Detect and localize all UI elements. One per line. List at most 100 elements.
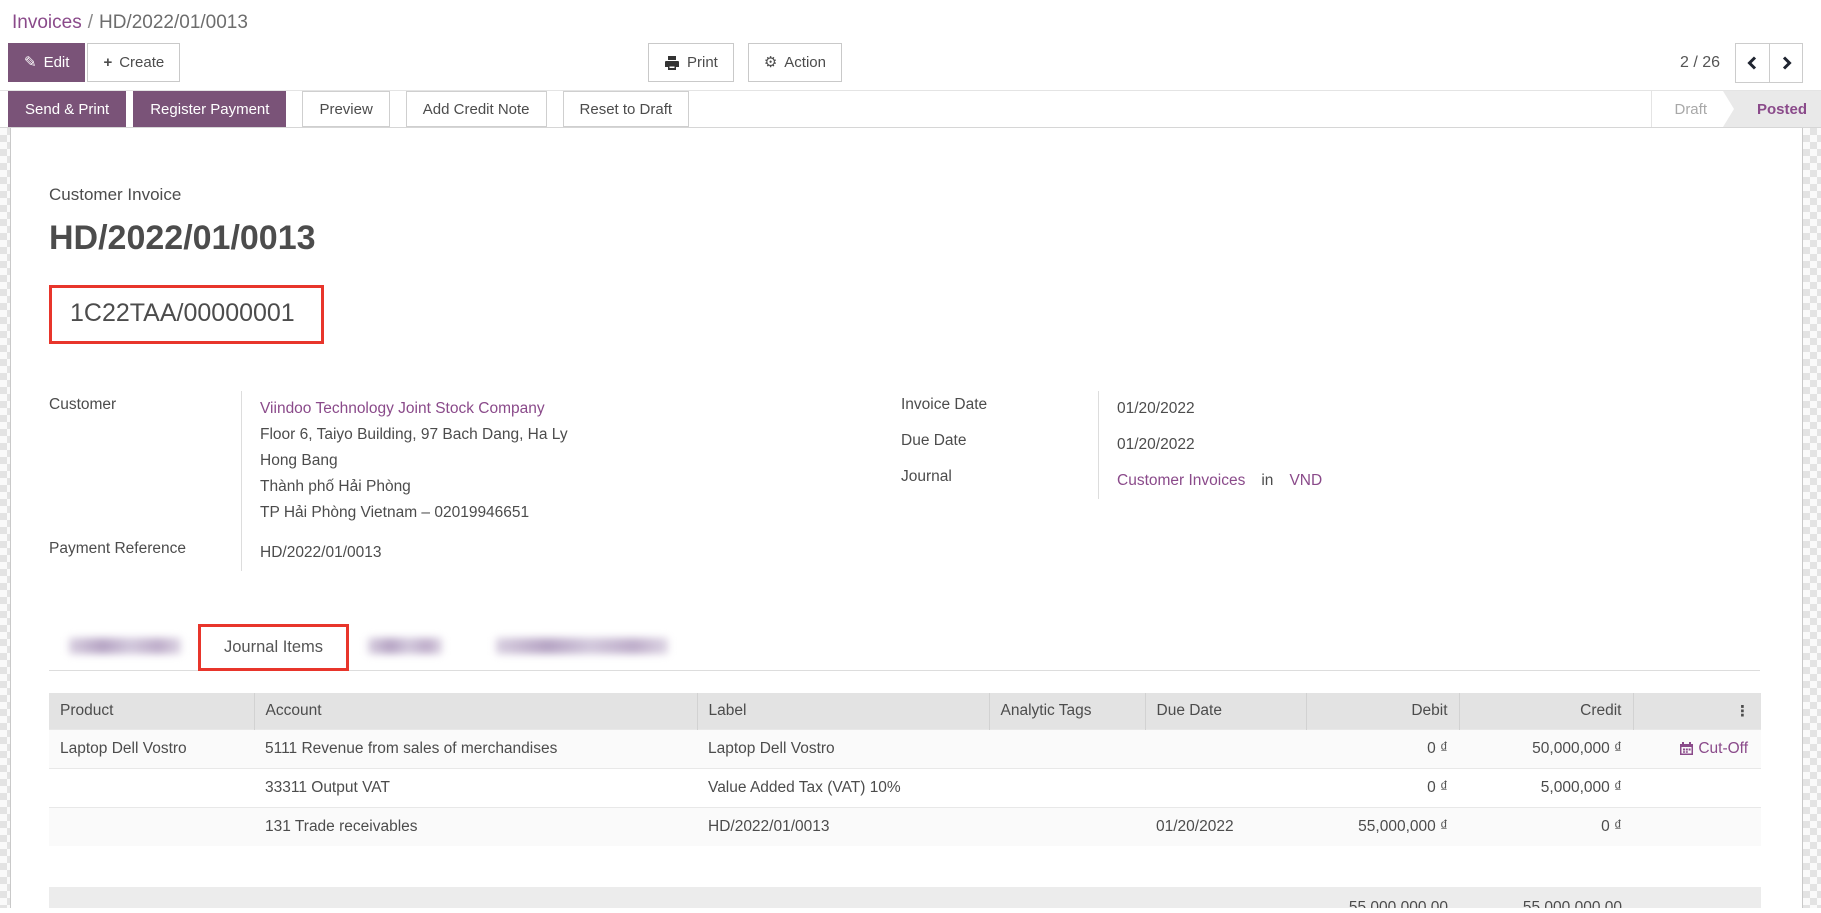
cell-account: 5111 Revenue from sales of merchandises xyxy=(254,729,697,768)
payment-reference-value: HD/2022/01/0013 xyxy=(241,535,901,571)
fields-left-group: Customer Viindoo Technology Joint Stock … xyxy=(49,391,901,571)
tab-journal-items: Journal Items xyxy=(224,638,323,657)
chevron-left-icon xyxy=(1746,56,1759,70)
status-bar: Send & Print Register Payment Preview Ad… xyxy=(0,90,1821,128)
table-row[interactable]: Laptop Dell Vostro 5111 Revenue from sal… xyxy=(49,729,1761,768)
statusbar-states: Draft Posted xyxy=(1651,91,1821,127)
cell-credit: 0 ₫ xyxy=(1459,807,1633,846)
table-header-row: Product Account Label Analytic Tags Due … xyxy=(49,693,1761,729)
add-credit-note-button[interactable]: Add Credit Note xyxy=(406,91,547,127)
send-and-print-button[interactable]: Send & Print xyxy=(8,91,126,127)
invoice-date-value: 01/20/2022 xyxy=(1098,391,1760,427)
cell-debit: 0 ₫ xyxy=(1306,768,1459,807)
totals-row: 55,000,000.00 55,000,000.00 xyxy=(49,887,1761,909)
action-button[interactable]: ⚙ Action xyxy=(748,43,842,82)
cell-due-date xyxy=(1145,768,1306,807)
cell-product xyxy=(49,807,254,846)
cell-analytic-tags xyxy=(989,768,1145,807)
customer-value: Viindoo Technology Joint Stock Company F… xyxy=(241,391,901,535)
pager-next-button[interactable] xyxy=(1769,44,1802,82)
transparency-checker-right xyxy=(1803,128,1821,908)
cell-credit: 5,000,000 ₫ xyxy=(1459,768,1633,807)
pager-previous-button[interactable] xyxy=(1736,44,1769,82)
total-credit: 55,000,000.00 xyxy=(1459,887,1633,909)
cell-account: 33311 Output VAT xyxy=(254,768,697,807)
table-row[interactable]: 131 Trade receivables HD/2022/01/0013 01… xyxy=(49,807,1761,846)
edit-create-group: ✎ Edit + Create xyxy=(8,43,180,82)
column-header-product[interactable]: Product xyxy=(49,693,254,729)
cell-label: HD/2022/01/0013 xyxy=(697,807,989,846)
edit-button[interactable]: ✎ Edit xyxy=(8,43,85,82)
cell-debit: 55,000,000 ₫ xyxy=(1306,807,1459,846)
column-header-account[interactable]: Account xyxy=(254,693,697,729)
column-header-due-date[interactable]: Due Date xyxy=(1145,693,1306,729)
breadcrumb: Invoices / HD/2022/01/0013 xyxy=(0,0,1821,34)
journal-items-table: Product Account Label Analytic Tags Due … xyxy=(49,693,1761,846)
cell-due-date xyxy=(1145,729,1306,768)
notebook-tabs: Journal Items xyxy=(49,621,1760,671)
cell-credit: 50,000,000 ₫ xyxy=(1459,729,1633,768)
pager-counter: 2 / 26 xyxy=(1680,54,1720,72)
tab-blurred-1[interactable] xyxy=(57,624,192,668)
tab-journal-items-annotation-box[interactable]: Journal Items xyxy=(198,624,349,671)
breadcrumb-separator: / xyxy=(88,12,93,33)
cell-analytic-tags xyxy=(989,729,1145,768)
journal-connector: in xyxy=(1261,472,1273,489)
breadcrumb-current-record: HD/2022/01/0013 xyxy=(99,12,248,33)
plus-icon: + xyxy=(103,53,112,72)
blurred-label xyxy=(496,638,668,654)
table-row[interactable]: 33311 Output VAT Value Added Tax (VAT) 1… xyxy=(49,768,1761,807)
total-debit: 55,000,000.00 xyxy=(1306,887,1459,909)
invoice-form-sheet: Customer Invoice HD/2022/01/0013 1C22TAA… xyxy=(10,128,1803,908)
pager-buttons xyxy=(1735,43,1803,83)
control-panel: ✎ Edit + Create Print ⚙ Action 2 / 26 xyxy=(0,34,1821,90)
tax-invoice-number: 1C22TAA/00000001 xyxy=(70,299,295,327)
preview-button[interactable]: Preview xyxy=(302,91,389,127)
register-payment-button[interactable]: Register Payment xyxy=(133,91,286,127)
sheet-area: Customer Invoice HD/2022/01/0013 1C22TAA… xyxy=(0,128,1821,908)
cell-account: 131 Trade receivables xyxy=(254,807,697,846)
customer-link[interactable]: Viindoo Technology Joint Stock Company xyxy=(260,400,545,417)
invoice-date-label: Invoice Date xyxy=(901,391,1098,427)
customer-address-line: Hong Bang xyxy=(260,452,338,469)
fields-right-group: Invoice Date 01/20/2022 Due Date 01/20/2… xyxy=(901,391,1760,571)
transparency-checker-left xyxy=(0,128,10,908)
cell-label: Value Added Tax (VAT) 10% xyxy=(697,768,989,807)
status-bar-buttons: Send & Print Register Payment Preview Ad… xyxy=(8,91,689,127)
calendar-icon xyxy=(1679,741,1694,756)
blurred-label xyxy=(69,638,181,654)
journal-value: Customer Invoices in VND xyxy=(1098,463,1760,499)
state-draft[interactable]: Draft xyxy=(1651,91,1723,127)
state-posted-active[interactable]: Posted xyxy=(1723,91,1821,127)
cell-analytic-tags xyxy=(989,807,1145,846)
record-actions: Print ⚙ Action xyxy=(648,43,842,82)
pager: 2 / 26 xyxy=(1680,43,1803,83)
tab-blurred-3[interactable] xyxy=(477,624,687,668)
create-button[interactable]: + Create xyxy=(87,43,180,82)
print-button[interactable]: Print xyxy=(648,43,734,82)
cell-due-date: 01/20/2022 xyxy=(1145,807,1306,846)
column-header-analytic-tags[interactable]: Analytic Tags xyxy=(989,693,1145,729)
column-header-debit[interactable]: Debit xyxy=(1306,693,1459,729)
cut-off-button[interactable]: Cut-Off xyxy=(1644,740,1750,758)
payment-reference-label: Payment Reference xyxy=(49,535,241,571)
customer-address-line: Thành phố Hải Phòng xyxy=(260,478,411,495)
chevron-right-icon xyxy=(1780,56,1793,70)
invoice-type-label: Customer Invoice xyxy=(49,185,1760,205)
journal-link[interactable]: Customer Invoices xyxy=(1117,472,1245,489)
customer-address-line: TP Hải Phòng Vietnam – 02019946651 xyxy=(260,504,529,521)
tab-blurred-2[interactable] xyxy=(355,624,455,668)
column-header-credit[interactable]: Credit xyxy=(1459,693,1633,729)
customer-address-line: Floor 6, Taiyo Building, 97 Bach Dang, H… xyxy=(260,426,568,443)
reset-to-draft-button[interactable]: Reset to Draft xyxy=(563,91,690,127)
gear-icon: ⚙ xyxy=(764,53,777,72)
cell-debit: 0 ₫ xyxy=(1306,729,1459,768)
cell-label: Laptop Dell Vostro xyxy=(697,729,989,768)
currency-link[interactable]: VND xyxy=(1289,472,1322,489)
pencil-icon: ✎ xyxy=(24,53,37,72)
column-header-label[interactable]: Label xyxy=(697,693,989,729)
breadcrumb-invoices-link[interactable]: Invoices xyxy=(12,12,82,33)
column-options-icon[interactable]: ⋮ xyxy=(1633,693,1761,729)
journal-label: Journal xyxy=(901,463,1098,499)
due-date-label: Due Date xyxy=(901,427,1098,463)
